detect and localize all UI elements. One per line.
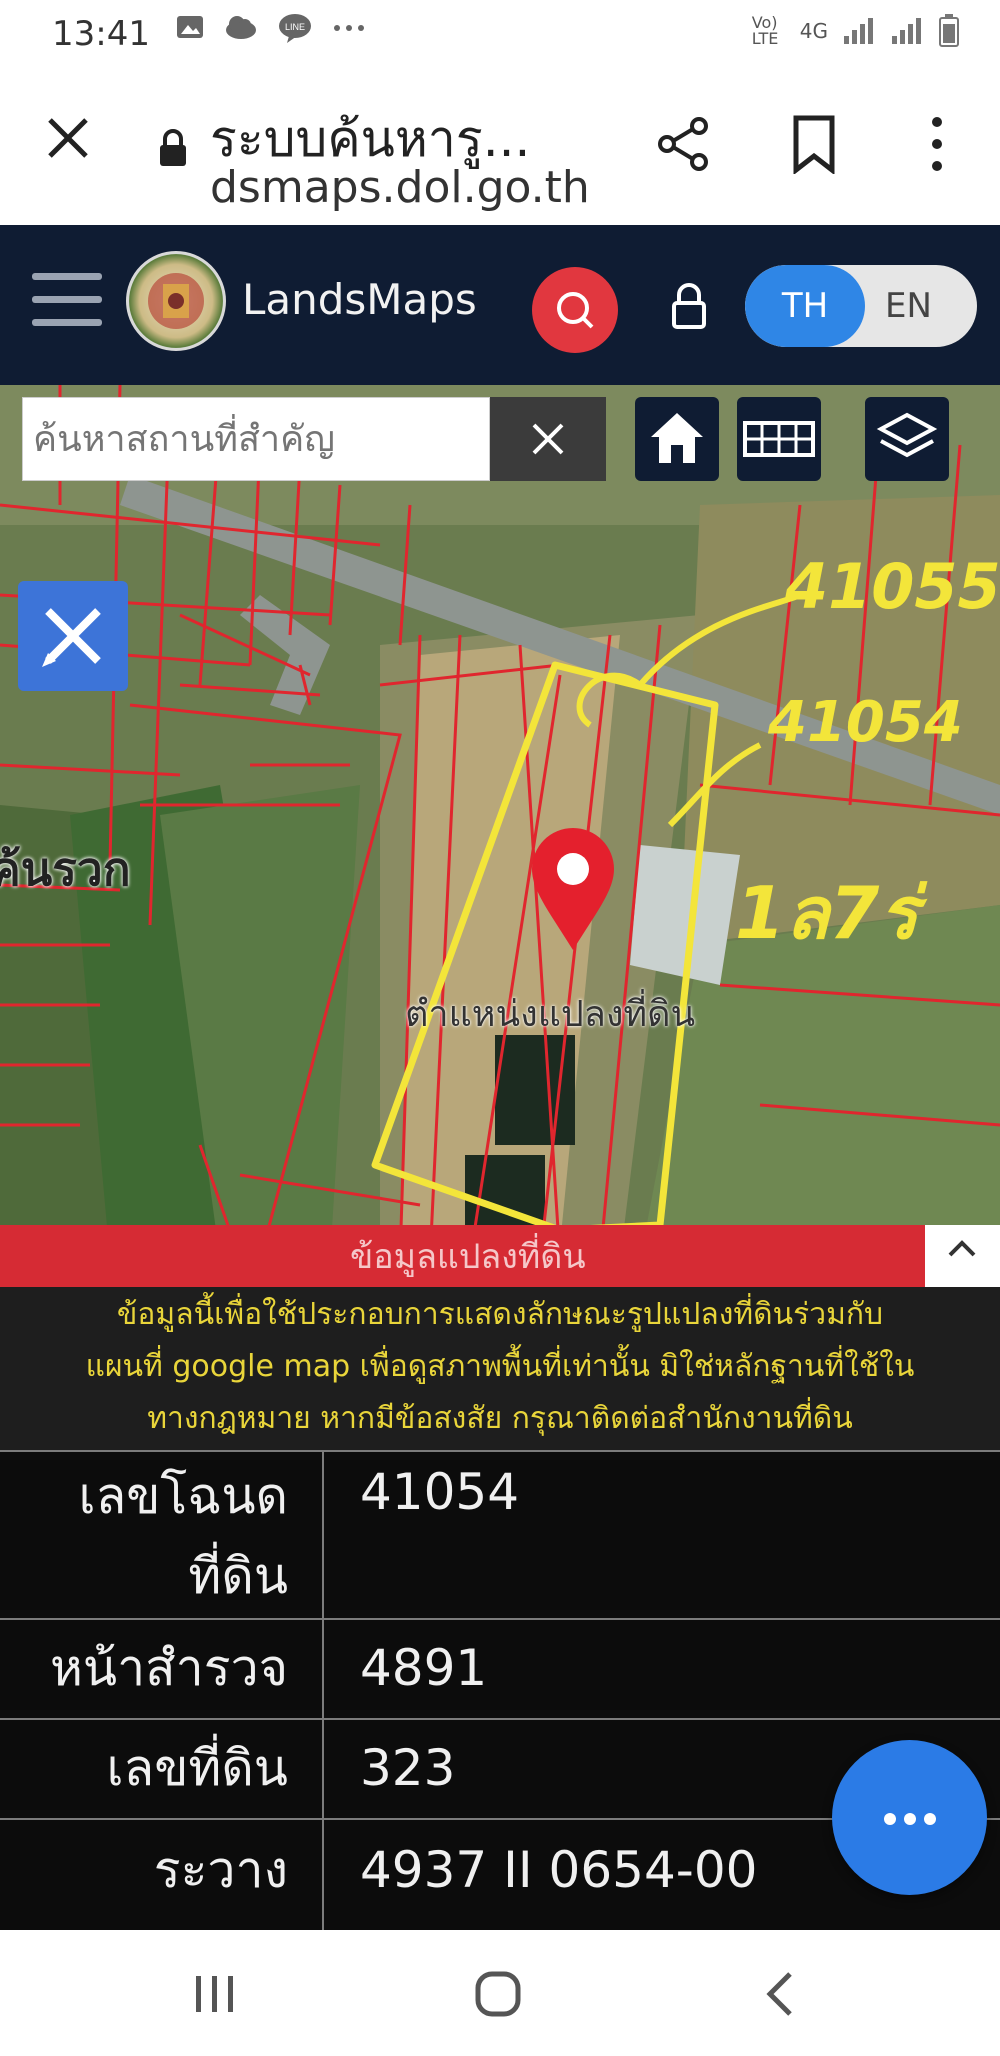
close-icon[interactable] [40,110,96,166]
disclaimer-line: ทางกฎหมาย หากมีข้อสงสัย กรุณาติดต่อสำนัก… [147,1401,853,1436]
dol-logo [126,251,226,351]
handwritten-parcel-41054: 41054 [768,690,963,755]
lang-th-option[interactable]: TH [745,265,865,347]
app-header: LandsMaps TH EN [0,225,1000,385]
system-nav-bar [0,1930,1000,2056]
table-row: เลขโฉนด ที่ดิน 41054 [0,1450,1000,1618]
more-horiz-icon [924,1813,936,1825]
page-url[interactable]: dsmaps.dol.go.th [210,162,590,213]
location-pin-icon[interactable] [528,825,618,955]
more-horiz-icon [904,1813,916,1825]
login-lock-icon[interactable] [668,281,710,333]
chevron-up-icon [948,1240,976,1257]
disclaimer-line: ข้อมูลนี้เพื่อใช้ประกอบการแสดงลักษณะรูปแ… [116,1297,884,1332]
search-icon [557,292,594,329]
row-key-survey-page: หน้าสำรวจ [49,1639,288,1697]
network-type: 4G [799,19,828,43]
row-key-land-number: เลขที่ดิน [106,1739,288,1797]
search-button[interactable] [532,267,618,353]
browser-toolbar: ระบบค้นหารู... dsmaps.dol.go.th [0,70,1000,225]
signal-icon-2 [892,18,921,44]
lock-icon [160,129,186,166]
row-value-deed-number: 41054 [322,1452,1000,1618]
battery-icon [939,14,959,47]
line-icon: LINE [279,14,311,43]
status-bar: 13:41 LINE Vo) LTE 4G [0,0,1000,70]
hamburger-menu-icon[interactable] [32,273,102,329]
lang-en-option[interactable]: EN [885,265,975,347]
row-key-map-sheet: ระวาง [153,1841,288,1899]
handwritten-area: 1ล7ร่ [735,871,918,955]
row-value-survey-page: 4891 [322,1620,1000,1718]
disclaimer-line: แผนที่ google map เพื่อดูสภาพพื้นที่เท่า… [85,1349,915,1384]
signal-icon [844,18,873,44]
more-options-fab[interactable] [832,1740,987,1895]
home-nav-icon[interactable] [470,1966,526,2022]
back-icon[interactable] [760,1968,800,2020]
language-toggle[interactable]: TH EN [745,265,977,347]
recents-icon[interactable] [190,1970,240,2018]
more-vert-icon[interactable] [925,112,949,176]
table-row: หน้าสำรวจ 4891 [0,1618,1000,1718]
more-horiz-icon [884,1813,896,1825]
row-key-line: เลขโฉนด [78,1467,288,1525]
status-system-icons: Vo) LTE 4G [752,14,960,48]
parcel-info-title: ข้อมูลแปลงที่ดิน [350,1237,586,1277]
satellite-map[interactable]: ค้นรวก 41055 41054 1ล7ร่ ตำแหน่งแปลงที่ด… [0,385,1000,1260]
brand-name: LandsMaps [242,275,477,324]
volte-indicator: Vo) LTE [751,13,779,48]
handwritten-parcel-41055: 41055 [785,550,1000,623]
status-time: 13:41 [52,14,150,54]
cloud-icon [226,16,256,39]
row-key-line: ที่ดิน [188,1547,288,1605]
disclaimer-text: ข้อมูลนี้เพื่อใช้ประกอบการแสดงลักษณะรูปแ… [0,1287,1000,1450]
bookmark-icon[interactable] [790,114,838,174]
more-icon [334,25,364,31]
collapse-button[interactable] [925,1225,1000,1287]
svg-text:LINE: LINE [285,22,305,32]
status-notification-icons: LINE [175,12,367,44]
handwritten-annotations [371,592,802,1234]
gallery-icon [177,16,203,38]
row-key-deed-number: เลขโฉนด ที่ดิน [0,1456,320,1616]
parcel-info-header[interactable]: ข้อมูลแปลงที่ดิน [0,1225,1000,1287]
share-icon[interactable] [655,116,711,172]
parcel-location-label: ตำแหน่งแปลงที่ดิน [405,994,696,1035]
